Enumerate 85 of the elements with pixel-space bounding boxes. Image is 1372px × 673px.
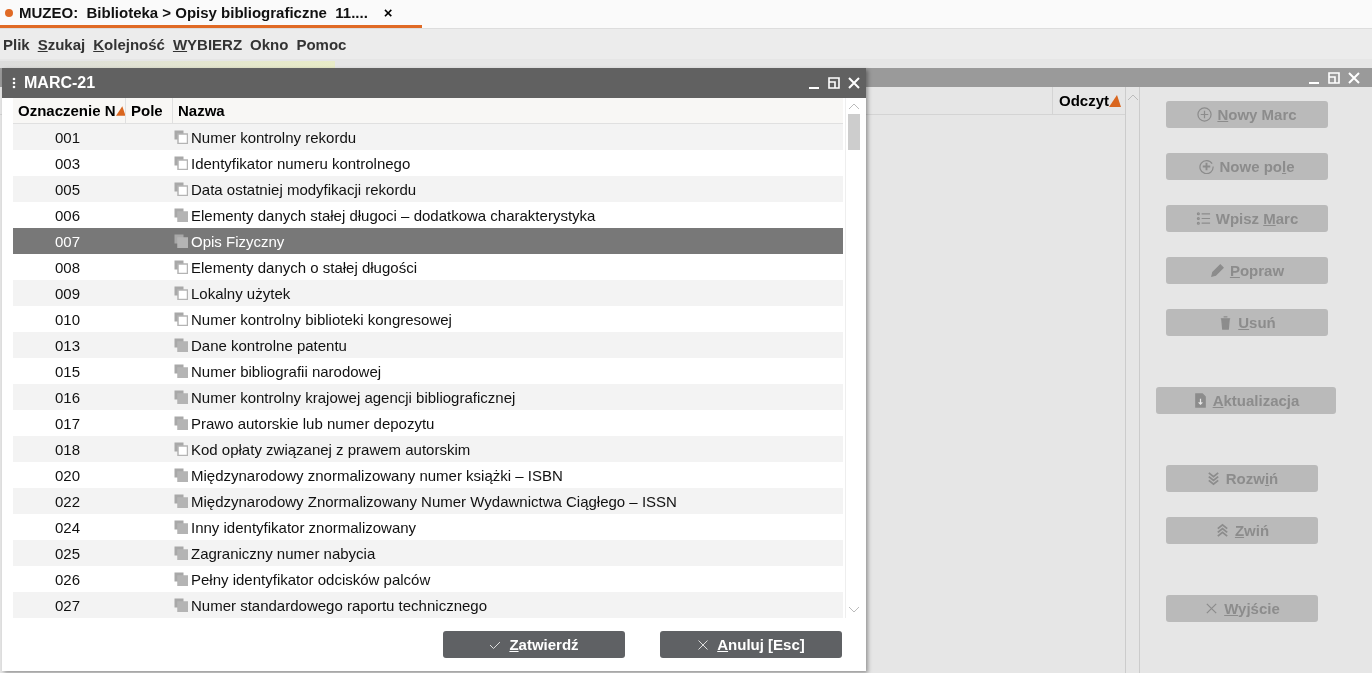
column-header[interactable]: Pole [125,98,172,123]
confirm-button[interactable]: Zatwierdź [443,631,625,658]
field-code: 003 [55,154,81,172]
field-code: 026 [55,570,81,588]
column-title: Odczyt [1059,92,1109,109]
field-name: Pełny identyfikator odcisków palców [191,570,431,588]
field-name: Lokalny użytek [191,284,291,302]
field-code: 018 [55,440,81,458]
field-code: 027 [55,596,81,614]
field-name: Dane kontrolne patentu [191,336,347,354]
field-name: Numer standardowego raportu technicznego [191,596,487,614]
field-code: 009 [55,284,81,302]
double-chevron-up-icon [1214,523,1230,538]
table-row[interactable]: 016 Numer kontrolny krajowej agencji bibliograficznej [13,384,843,410]
field-code: 024 [55,518,81,536]
column-header[interactable]: Nazwa [172,98,843,123]
field-name: Identyfikator numeru kontrolnego [191,154,411,172]
field-name: Numer bibliografii narodowej [191,362,382,380]
field-code: 001 [55,128,81,146]
field-code: 025 [55,544,81,562]
field-code: 020 [55,466,81,484]
file-download-icon [1192,393,1208,408]
field-name: Międzynarodowy Znormalizowany Numer Wydawnictwa Ciągłego – ISSN [191,492,677,510]
field-code: 016 [55,388,81,406]
field-code: 010 [55,310,81,328]
field-code: 022 [55,492,81,510]
field-name: Prawo autorskie lub numer depozytu [191,414,435,432]
scroll-up-icon[interactable] [848,102,860,110]
field-code: 008 [55,258,81,276]
field-name: Numer kontrolny biblioteki kongresowej [191,310,452,328]
tab-title: MUZEO: Biblioteka > Opisy bibliograficzne 11.... [19,4,368,21]
menu-item[interactable]: Plik [3,35,30,53]
close-icon [697,638,710,651]
field-code: 006 [55,206,81,224]
field-name: Opis Fizyczny [191,232,285,250]
table-row[interactable]: 027 Numer standardowego raportu technicznego [13,592,843,618]
column-header[interactable]: Oznaczenie N [13,98,125,123]
list-icon [1195,211,1211,226]
menu-item[interactable]: Szukaj [37,35,86,53]
field-name: Międzynarodowy znormalizowany numer książki – ISBN [191,466,563,484]
pencil-icon [1209,263,1225,278]
field-name: Inny identyfikator znormalizowany [191,518,417,536]
field-name: Elementy danych stałej długoci – dodatkowa charakterystyka [191,206,596,224]
close-icon[interactable] [848,77,860,89]
restore-icon[interactable] [1328,71,1340,84]
table-row[interactable]: 005 Data ostatniej modyfikacji rekordu [13,176,843,202]
menu-item[interactable]: Kolejność [93,35,165,53]
double-chevron-down-icon [1205,471,1221,486]
field-code: 017 [55,414,81,432]
table-row[interactable]: 022 Międzynarodowy Znormalizowany Numer Wydawnictwa Ciągłego – ISSN [13,488,843,514]
dialog-title: MARC-21 [24,74,96,92]
scroll-down-icon[interactable] [848,606,860,614]
close-tab-button[interactable]: × [383,4,393,21]
menu-item[interactable]: Pomoc [296,35,347,53]
field-name: Numer kontrolny krajowej agencji bibliograficznej [191,388,516,406]
field-code: 007 [55,232,81,250]
restore-icon[interactable] [828,77,840,89]
field-name: Data ostatniej modyfikacji rekordu [191,180,417,198]
menu-item[interactable]: WYBIERZ [172,35,243,53]
field-name: Numer kontrolny rekordu [191,128,357,146]
menu-item[interactable]: Okno [250,35,289,53]
scroll-thumb[interactable] [848,114,860,150]
field-name: Zagraniczny numer nabycia [191,544,376,562]
sort-icon [115,104,125,117]
table-row[interactable]: 018 Kod opłaty związanej z prawem autorskim [13,436,843,462]
field-name: Kod opłaty związanej z prawem autorskim [191,440,471,458]
table-row[interactable]: 013 Dane kontrolne patentu [13,332,843,358]
plus-circle-icon [1197,107,1213,122]
close-icon[interactable] [1348,71,1360,84]
table-row[interactable]: 007 Opis Fizyczny [13,228,843,254]
field-name: Elementy danych o stałej długości [191,258,417,276]
table-row[interactable]: 025 Zagraniczny numer nabycia [13,540,843,566]
field-code: 015 [55,362,81,380]
scroll-up-icon[interactable] [1126,93,1139,101]
sort-icon [1109,94,1121,107]
cancel-button[interactable]: Anuluj [Esc] [660,631,842,658]
table-row[interactable]: 001 Numer kontrolny rekordu [13,124,843,150]
plus-circle-icon [1199,159,1215,174]
column-header[interactable]: Odczyt [1052,87,1125,114]
field-code: 013 [55,336,81,354]
drag-handle-icon[interactable] [12,77,16,89]
field-code: 005 [55,180,81,198]
scrollbar[interactable] [1125,87,1140,673]
table-row[interactable]: 009 Lokalny użytek [13,280,843,306]
status-dot-icon [5,8,13,17]
